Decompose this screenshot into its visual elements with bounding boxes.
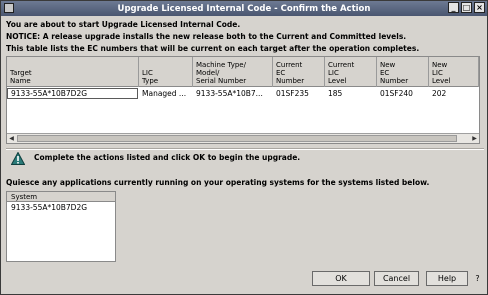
title-bar[interactable]: Upgrade Licensed Internal Code - Confirm… xyxy=(1,1,487,16)
warning-icon xyxy=(11,152,25,165)
close-button[interactable]: × xyxy=(474,2,485,13)
intro-message: You are about to start Upgrade Licensed … xyxy=(6,20,241,29)
section-divider xyxy=(6,148,484,150)
maximize-button[interactable]: □ xyxy=(461,2,472,13)
system-list-header[interactable]: System xyxy=(7,192,115,202)
instruction-text: Complete the actions listed and click OK… xyxy=(34,153,301,162)
cell-lic-type: Managed ... xyxy=(142,89,187,98)
ok-button[interactable]: OK xyxy=(312,271,370,286)
column-header-current-ec[interactable]: Current EC Number xyxy=(273,57,325,87)
quiesce-text: Quiesce any applications currently runni… xyxy=(6,178,430,187)
help-button[interactable]: Help xyxy=(426,271,468,286)
window-menu-icon[interactable] xyxy=(4,3,14,13)
column-header-machine-type[interactable]: Machine Type/ Model/ Serial Number xyxy=(193,57,273,87)
system-list[interactable]: System 9133-55A*10B7D2G xyxy=(6,191,116,262)
scrollbar-thumb[interactable] xyxy=(17,135,457,142)
column-header-target-name[interactable]: Target Name xyxy=(7,57,139,87)
cell-current-lic: 185 xyxy=(328,89,343,98)
notice-message: NOTICE: A release upgrade installs the n… xyxy=(6,32,407,41)
ec-numbers-table[interactable]: Target Name LIC Type Machine Type/ Model… xyxy=(6,56,480,144)
list-item[interactable]: 9133-55A*10B7D2G xyxy=(7,202,115,213)
column-header-new-lic[interactable]: New LIC Level xyxy=(429,57,479,87)
window-controls: _ □ × xyxy=(448,2,485,13)
cell-machine-type: 9133-55A*10B7... xyxy=(196,89,263,98)
confirm-dialog-window: Upgrade Licensed Internal Code - Confirm… xyxy=(0,0,488,295)
column-header-new-ec[interactable]: New EC Number xyxy=(377,57,429,87)
cell-target-name[interactable]: 9133-55A*10B7D2G xyxy=(7,88,138,99)
column-header-current-lic[interactable]: Current LIC Level xyxy=(325,57,377,87)
table-horizontal-scrollbar[interactable]: ◀ ▶ xyxy=(7,133,479,143)
column-header-lic-type[interactable]: LIC Type xyxy=(139,57,193,87)
table-description: This table lists the EC numbers that wil… xyxy=(6,44,420,53)
cancel-button[interactable]: Cancel xyxy=(374,271,419,286)
table-header: Target Name LIC Type Machine Type/ Model… xyxy=(7,57,479,87)
cell-current-ec: 01SF235 xyxy=(276,89,309,98)
cell-new-ec: 01SF240 xyxy=(380,89,413,98)
cell-new-lic: 202 xyxy=(432,89,447,98)
scroll-right-icon[interactable]: ▶ xyxy=(470,134,479,143)
table-row[interactable]: 9133-55A*10B7D2G Managed ... 9133-55A*10… xyxy=(7,88,479,99)
context-help-button[interactable]: ? xyxy=(472,272,483,285)
minimize-button[interactable]: _ xyxy=(448,2,459,13)
scroll-left-icon[interactable]: ◀ xyxy=(7,134,16,143)
window-title: Upgrade Licensed Internal Code - Confirm… xyxy=(117,3,371,14)
